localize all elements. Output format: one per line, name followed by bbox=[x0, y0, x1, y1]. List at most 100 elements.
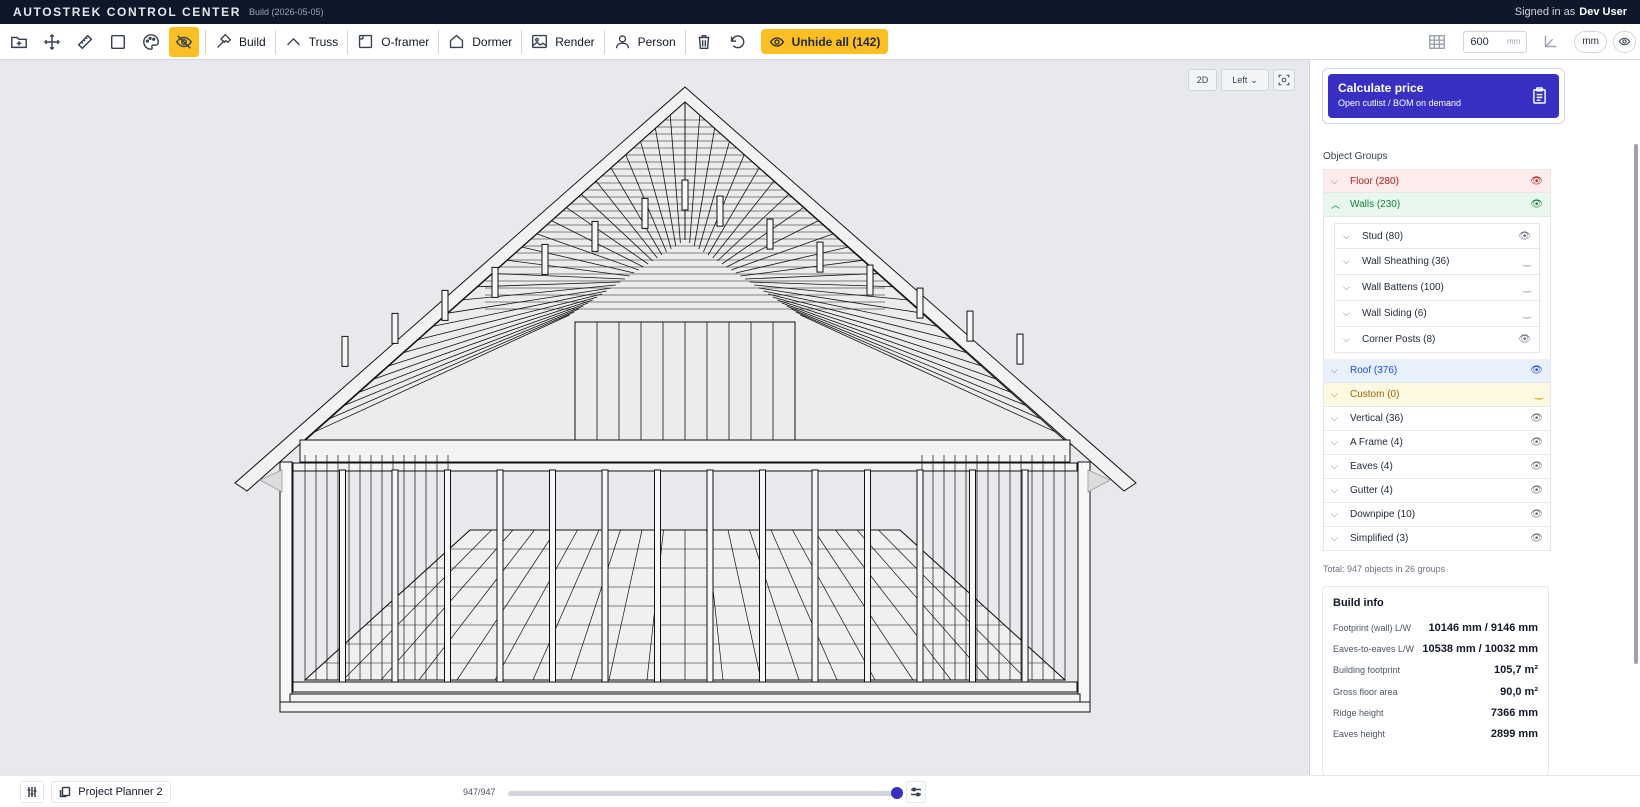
toolbar: Build Truss O-framer Dormer Render Perso… bbox=[0, 24, 1640, 60]
build-info-row: Gross floor area 90,0 m² bbox=[1333, 681, 1538, 702]
group-downpipe[interactable]: ⌵ Downpipe (10) 👁 bbox=[1323, 503, 1551, 527]
undo-button[interactable] bbox=[722, 27, 752, 57]
eye-closed-icon[interactable]: ‿ bbox=[1535, 389, 1543, 400]
3d-viewport[interactable]: 2D Left ⌄ bbox=[0, 60, 1309, 775]
chevron-down-icon[interactable]: ⌵ bbox=[1331, 437, 1344, 448]
app-title: AUTOSTREK CONTROL CENTER bbox=[13, 5, 241, 19]
build-info-label: Gross floor area bbox=[1333, 686, 1398, 697]
sidebar: Calculate price Open cutlist / BOM on de… bbox=[1309, 60, 1640, 775]
group-a-frame[interactable]: ⌵ A Frame (4) 👁 bbox=[1323, 431, 1551, 455]
eye-icon[interactable]: 👁 bbox=[1530, 413, 1543, 424]
group-custom[interactable]: ⌵ Custom (0) ‿ bbox=[1323, 383, 1551, 407]
frame-lines bbox=[234, 86, 1137, 713]
chevron-down-icon[interactable]: ⌵ bbox=[1331, 533, 1344, 544]
calculate-price-card: Calculate price Open cutlist / BOM on de… bbox=[1322, 68, 1565, 124]
build-info-row: Footprint (wall) L/W 10146 mm / 9146 mm bbox=[1333, 617, 1538, 638]
group-eaves[interactable]: ⌵ Eaves (4) 👁 bbox=[1323, 455, 1551, 479]
chevron-down-icon[interactable]: ⌵ bbox=[1343, 256, 1356, 267]
render-button[interactable]: Render bbox=[525, 27, 600, 57]
camera-view-select[interactable]: Left ⌄ bbox=[1221, 69, 1269, 91]
truss-button[interactable]: Truss bbox=[279, 27, 345, 57]
eye-icon[interactable]: 👁 bbox=[1530, 485, 1543, 496]
subgroup-corner-posts[interactable]: ⌵ Corner Posts (8) 👁 bbox=[1334, 327, 1540, 353]
hide-eye-icon bbox=[175, 34, 193, 49]
group-simplified[interactable]: ⌵ Simplified (3) 👁 bbox=[1323, 527, 1551, 551]
object-slider[interactable] bbox=[508, 787, 903, 799]
chevron-down-icon[interactable]: ⌵ bbox=[1343, 308, 1356, 319]
new-folder-button[interactable] bbox=[4, 27, 34, 57]
chevron-down-icon[interactable]: ⌵ bbox=[1331, 485, 1344, 496]
groups-total: Total: 947 objects in 26 groups bbox=[1323, 564, 1446, 574]
eye-icon[interactable]: 👁 bbox=[1530, 509, 1543, 520]
chevron-down-icon[interactable]: ⌵ bbox=[1331, 176, 1344, 187]
chevron-down-icon[interactable]: ⌵ bbox=[1331, 461, 1344, 472]
hide-toggle-button[interactable] bbox=[169, 26, 199, 57]
eye-icon[interactable]: 👁 bbox=[1518, 231, 1531, 242]
select-box-button[interactable] bbox=[103, 27, 133, 57]
filter-button[interactable] bbox=[906, 781, 926, 803]
eye-icon[interactable]: 👁 bbox=[1530, 365, 1543, 376]
calculate-price-button[interactable]: Calculate price Open cutlist / BOM on de… bbox=[1328, 74, 1559, 118]
settings-button[interactable] bbox=[20, 781, 44, 803]
signed-in-info: Signed in as Dev User bbox=[1515, 6, 1627, 18]
visibility-toggle[interactable] bbox=[1613, 30, 1636, 53]
unhide-all-button[interactable]: Unhide all (142) bbox=[760, 29, 889, 54]
o-framer-button[interactable]: O-framer bbox=[351, 27, 435, 57]
subgroup-wall-sheathing[interactable]: ⌵ Wall Sheathing (36) ‿ bbox=[1334, 249, 1540, 275]
subgroup-wall-siding[interactable]: ⌵ Wall Siding (6) ‿ bbox=[1334, 301, 1540, 327]
subgroup-wall-battens[interactable]: ⌵ Wall Battens (100) ‿ bbox=[1334, 275, 1540, 301]
group-roof[interactable]: ⌵ Roof (376) 👁 bbox=[1323, 359, 1551, 383]
build-info-row: Building footprint 105,7 m² bbox=[1333, 660, 1538, 681]
top-bar: AUTOSTREK CONTROL CENTER Build (2026-05-… bbox=[0, 0, 1640, 24]
group-gutter[interactable]: ⌵ Gutter (4) 👁 bbox=[1323, 479, 1551, 503]
build-info-label: Ridge height bbox=[1333, 707, 1384, 718]
house-icon bbox=[450, 34, 464, 49]
move-button[interactable] bbox=[37, 27, 67, 57]
subgroup-label: Wall Battens (100) bbox=[1362, 282, 1444, 293]
subgroup-stud[interactable]: ⌵ Stud (80) 👁 bbox=[1334, 223, 1540, 249]
snap-button[interactable] bbox=[1535, 27, 1565, 57]
chevron-up-icon[interactable]: ︿ bbox=[1331, 198, 1344, 211]
eye-closed-icon[interactable]: ‿ bbox=[1523, 256, 1531, 267]
person-label: Person bbox=[637, 34, 676, 49]
eye-icon[interactable]: 👁 bbox=[1530, 437, 1543, 448]
chevron-down-icon[interactable]: ⌵ bbox=[1331, 413, 1344, 424]
group-label: Downpipe (10) bbox=[1350, 509, 1416, 520]
measure-button[interactable] bbox=[70, 27, 100, 57]
eye-icon[interactable]: 👁 bbox=[1530, 533, 1543, 544]
sidebar-scrollbar[interactable] bbox=[1634, 144, 1638, 664]
palette-button[interactable] bbox=[136, 27, 166, 57]
chevron-down-icon[interactable]: ⌵ bbox=[1343, 334, 1356, 345]
chevron-down-icon[interactable]: ⌵ bbox=[1331, 389, 1344, 400]
grid-button[interactable] bbox=[1422, 27, 1452, 57]
eye-icon[interactable]: 👁 bbox=[1518, 334, 1531, 345]
dormer-button[interactable]: Dormer bbox=[442, 27, 518, 57]
calculate-price-subtitle: Open cutlist / BOM on demand bbox=[1338, 98, 1462, 108]
unit-toggle[interactable]: mm bbox=[1574, 30, 1607, 53]
person-button[interactable]: Person bbox=[608, 27, 682, 57]
grid-size-input[interactable]: 600 mm bbox=[1463, 30, 1528, 53]
chevron-down-icon[interactable]: ⌵ bbox=[1343, 231, 1356, 242]
build-tag: Build (2026-05-05) bbox=[248, 7, 324, 17]
eye-icon[interactable]: 👁 bbox=[1530, 461, 1543, 472]
group-floor[interactable]: ⌵ Floor (280) 👁 bbox=[1323, 169, 1551, 193]
eye-closed-icon[interactable]: ‿ bbox=[1523, 308, 1531, 319]
chevron-down-icon[interactable]: ⌵ bbox=[1331, 509, 1344, 520]
focus-button[interactable] bbox=[1273, 69, 1295, 91]
build-button[interactable]: Build bbox=[209, 27, 272, 57]
grid-size-value: 600 bbox=[1470, 35, 1489, 48]
group-walls[interactable]: ︿ Walls (230) 👁 bbox=[1323, 193, 1551, 217]
delete-button[interactable] bbox=[689, 27, 719, 57]
build-info-row: Eaves height 2899 mm bbox=[1333, 723, 1538, 744]
slider-handle[interactable] bbox=[891, 787, 903, 799]
chevron-down-icon[interactable]: ⌵ bbox=[1343, 282, 1356, 293]
chevron-down-icon[interactable]: ⌵ bbox=[1331, 365, 1344, 376]
group-label: Gutter (4) bbox=[1350, 485, 1393, 496]
eye-closed-icon[interactable]: ‿ bbox=[1523, 282, 1531, 293]
build-info-title: Build info bbox=[1333, 597, 1384, 609]
eye-icon[interactable]: 👁 bbox=[1530, 199, 1543, 210]
view-2d-button[interactable]: 2D bbox=[1188, 69, 1217, 91]
project-selector[interactable]: Project Planner 2 bbox=[51, 781, 171, 803]
eye-icon[interactable]: 👁 bbox=[1530, 176, 1543, 187]
group-vertical[interactable]: ⌵ Vertical (36) 👁 bbox=[1323, 407, 1551, 431]
